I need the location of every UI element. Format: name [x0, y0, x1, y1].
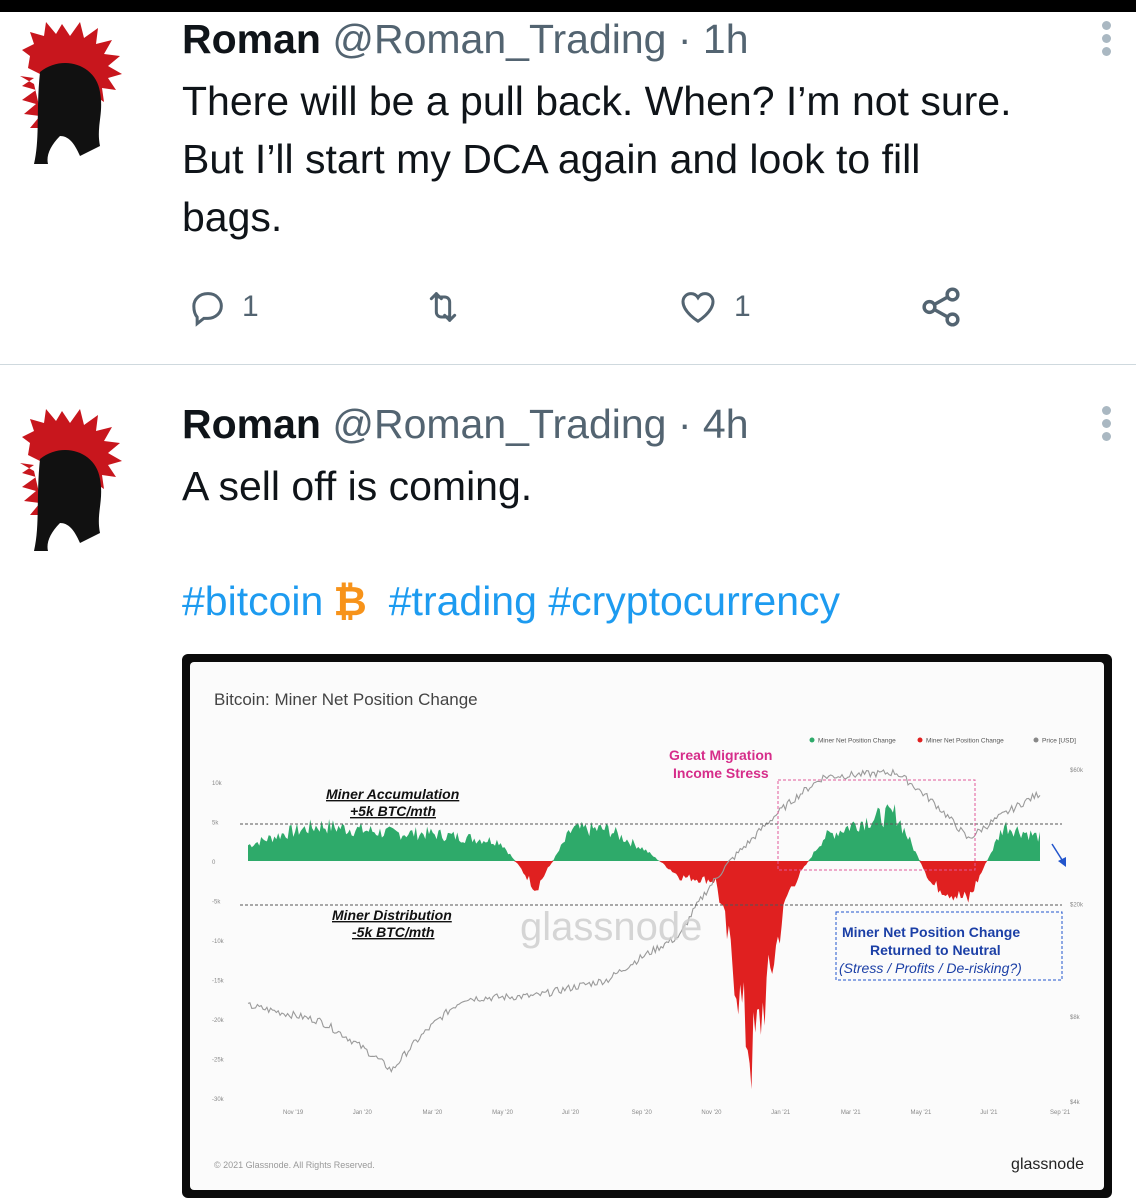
y-tick-label: -15k: [212, 979, 225, 985]
legend-item: Price [USD]: [1042, 738, 1076, 745]
y-tick-label: -10k: [212, 939, 225, 945]
bitcoin-icon: ₿: [333, 578, 367, 624]
tweet-text: A sell off is coming.: [182, 463, 533, 509]
legend-swatch: [917, 737, 923, 743]
tweet-header: Roman @Roman_Trading · 4h: [182, 401, 749, 448]
tweet-header: Roman @Roman_Trading · 1h: [182, 16, 749, 63]
y-tick-label: 0: [212, 860, 216, 866]
y-tick-label: 5k: [212, 821, 219, 827]
tweet-text-line: But I’ll start my DCA again and look to …: [182, 136, 921, 182]
x-tick-label: Jul '20: [562, 1110, 580, 1116]
retweet-icon: [429, 292, 457, 322]
more-icon[interactable]: [1094, 18, 1118, 62]
legend-swatch: [809, 737, 815, 743]
chart: Miner Net Position Change Miner Net Posi…: [212, 737, 1084, 1116]
annotation-text: -5k BTC/mth: [352, 924, 434, 940]
annotation-text: +5k BTC/mth: [350, 803, 436, 819]
y-tick-label: -5k: [212, 900, 221, 906]
reply-count: 1: [242, 290, 259, 323]
retweet-button[interactable]: [422, 282, 464, 332]
annotation-text: Great Migration: [669, 747, 772, 763]
annotation-great-migration: Great Migration Income Stress: [669, 747, 772, 781]
tweet-image[interactable]: Bitcoin: Miner Net Position Change Miner…: [182, 654, 1112, 1198]
x-tick-label: Sep '20: [632, 1110, 653, 1116]
spartan-helmet-icon: [20, 22, 122, 164]
tweet-actions: 1 1: [182, 282, 1082, 332]
price-tick-label: $4k: [1070, 1100, 1081, 1106]
chart-legend: Miner Net Position Change Miner Net Posi…: [809, 737, 1076, 745]
avatar[interactable]: [0, 401, 150, 551]
x-tick-label: Mar '21: [841, 1110, 861, 1116]
hashtag-cryptocurrency[interactable]: #cryptocurrency: [548, 578, 840, 624]
price-tick-label: $8k: [1070, 1015, 1081, 1021]
like-count: 1: [734, 290, 751, 323]
tweet-text-line: bags.: [182, 194, 283, 240]
price-tick-label: $20k: [1070, 903, 1084, 909]
legend-item: Miner Net Position Change: [926, 738, 1004, 745]
x-tick-label: Jan '20: [353, 1110, 373, 1116]
legend-swatch: [1033, 737, 1039, 743]
reply-icon: [192, 292, 223, 327]
watermark: glassnode: [520, 905, 702, 949]
tweet-text-line: There will be a pull back. When? I’m not…: [182, 78, 1012, 124]
reply-button[interactable]: 1: [188, 282, 259, 332]
annotation-distribution: Miner Distribution -5k BTC/mth: [332, 907, 452, 940]
like-button[interactable]: 1: [676, 282, 751, 332]
hashtag-bitcoin[interactable]: #bitcoin: [182, 578, 323, 624]
x-tick-label: May '20: [492, 1110, 513, 1116]
annotation-neutral: Miner Net Position Change Returned to Ne…: [839, 924, 1022, 976]
x-tick-label: Nov '19: [283, 1110, 304, 1116]
share-button[interactable]: [918, 282, 964, 332]
x-tick-label: Nov '20: [701, 1110, 722, 1116]
x-tick-label: Sep '21: [1050, 1110, 1071, 1116]
price-tick-label: $60k: [1070, 768, 1084, 774]
annotation-text: Miner Net Position Change: [842, 924, 1020, 940]
author-handle[interactable]: @Roman_Trading: [332, 401, 666, 447]
y-tick-label: 10k: [212, 781, 223, 787]
legend-item: Miner Net Position Change: [818, 738, 896, 745]
like-icon: [681, 292, 715, 323]
y-tick-label: -25k: [212, 1058, 225, 1064]
annotation-text: Miner Distribution: [332, 907, 452, 923]
chart-copyright: © 2021 Glassnode. All Rights Reserved.: [214, 1160, 375, 1170]
y-tick-label: -30k: [212, 1097, 225, 1103]
tweet[interactable]: Roman @Roman_Trading · 1h There will be …: [0, 0, 1136, 364]
share-icon: [922, 287, 960, 327]
hashtag-trading[interactable]: #trading: [389, 578, 537, 624]
avatar[interactable]: [0, 14, 150, 164]
author-name[interactable]: Roman: [182, 401, 321, 447]
chart-brand: glassnode: [1011, 1156, 1084, 1173]
annotation-text: Returned to Neutral: [870, 942, 1001, 958]
x-tick-label: May '21: [911, 1110, 932, 1116]
chart-panel: Bitcoin: Miner Net Position Change Miner…: [190, 662, 1104, 1190]
hashtag-line: #bitcoin ₿ #trading #cryptocurrency: [182, 578, 840, 625]
annotation-text: Miner Accumulation: [326, 786, 459, 802]
tweet-time[interactable]: · 4h: [678, 401, 749, 447]
y-tick-label: -20k: [212, 1018, 225, 1024]
tweet-time[interactable]: · 1h: [678, 16, 749, 62]
x-tick-label: Jan '21: [771, 1110, 791, 1116]
spartan-helmet-icon: [20, 409, 122, 551]
x-tick-label: Jul '21: [980, 1110, 998, 1116]
annotation-text: (Stress / Profits / De-risking?): [839, 960, 1022, 976]
tweet-text: There will be a pull back. When? I’m not…: [182, 72, 1012, 246]
x-tick-label: Mar '20: [422, 1110, 442, 1116]
more-icon[interactable]: [1094, 403, 1118, 447]
annotation-accumulation: Miner Accumulation +5k BTC/mth: [326, 786, 459, 819]
author-name[interactable]: Roman: [182, 16, 321, 62]
annotation-text: Income Stress: [673, 765, 769, 781]
author-handle[interactable]: @Roman_Trading: [332, 16, 666, 62]
